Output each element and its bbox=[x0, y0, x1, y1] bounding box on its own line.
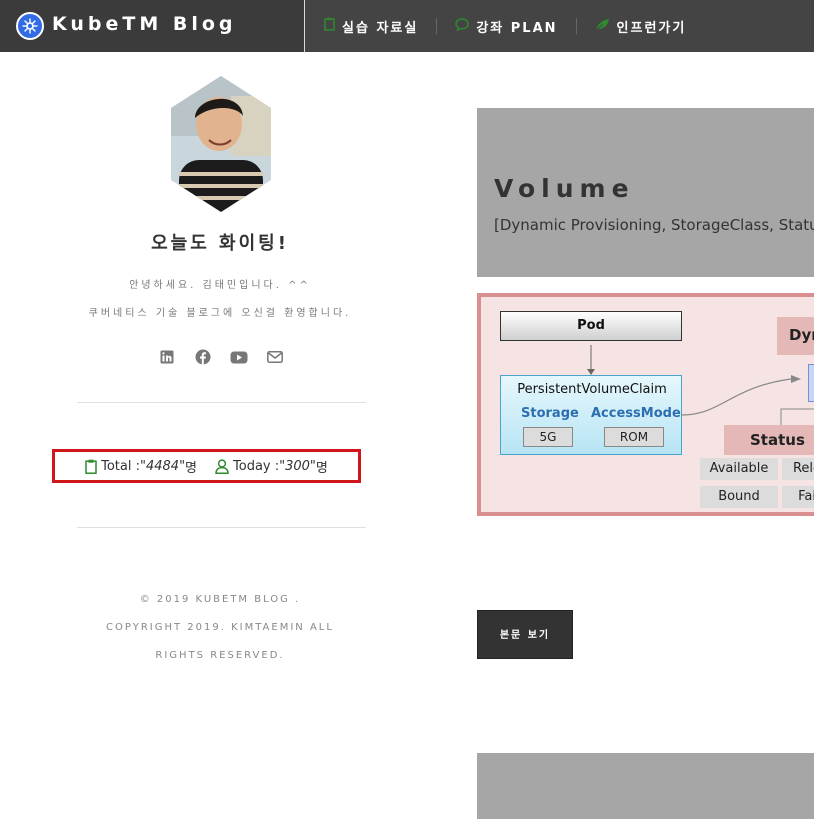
next-post-header[interactable] bbox=[477, 753, 814, 819]
nav-item-inflearn[interactable]: 인프런가기 bbox=[577, 17, 705, 36]
status-available: Available bbox=[700, 458, 778, 480]
diagram-status-box: Status bbox=[724, 425, 814, 455]
total-visitors: Total : "4484" 명 bbox=[85, 457, 197, 476]
access-mode-value: ROM bbox=[604, 427, 664, 447]
intro-text-line2: 쿠버네티스 기술 블로그에 오신걸 환영합니다. bbox=[88, 308, 352, 319]
nav-item-plan[interactable]: 강좌 PLAN bbox=[437, 17, 575, 36]
status-bound: Bound bbox=[700, 486, 778, 508]
youtube-icon[interactable] bbox=[230, 348, 248, 366]
intro-text-line1: 안녕하세요. 김태민입니다. ^^ bbox=[129, 280, 311, 291]
diagram-dynamic-box: Dyn bbox=[777, 317, 814, 355]
footer-line1: © 2019 KUBETM BLOG . bbox=[139, 594, 301, 605]
total-label: Total : bbox=[101, 458, 140, 474]
today-visitors: Today : "300" 명 bbox=[215, 457, 328, 476]
access-mode-label: AccessMode bbox=[591, 406, 681, 421]
brand-title[interactable]: KubeTM Blog bbox=[52, 13, 237, 35]
brand[interactable]: KubeTM Blog bbox=[0, 0, 305, 52]
post-subtitle: [Dynamic Provisioning, StorageClass, Sta… bbox=[494, 216, 814, 234]
clipboard-icon bbox=[324, 17, 335, 35]
nav-label-inflearn: 인프런가기 bbox=[616, 20, 687, 36]
storage-value: 5G bbox=[523, 427, 573, 447]
sidebar-divider bbox=[77, 402, 366, 403]
status-released: Rele bbox=[782, 458, 814, 480]
visitor-counter: Total : "4484" 명 Today : "300" 명 bbox=[52, 449, 361, 483]
storage-label: Storage bbox=[521, 406, 579, 421]
read-more-button[interactable]: 본문 보기 bbox=[477, 610, 573, 659]
nav-label-resources: 실습 자료실 bbox=[342, 20, 419, 36]
leaf-icon bbox=[595, 18, 610, 35]
nav-label-plan: 강좌 PLAN bbox=[476, 20, 558, 36]
diagram-pod-box: Pod bbox=[500, 311, 682, 341]
facebook-icon[interactable] bbox=[194, 348, 212, 366]
user-icon bbox=[215, 458, 229, 474]
nav-item-resources[interactable]: 실습 자료실 bbox=[306, 17, 436, 36]
clipboard-icon bbox=[85, 459, 97, 474]
today-value: "300" bbox=[279, 458, 316, 474]
total-unit: 명 bbox=[185, 460, 198, 476]
total-value: "4484" bbox=[140, 458, 186, 474]
chat-icon bbox=[455, 17, 470, 35]
kubernetes-logo-icon bbox=[16, 12, 44, 40]
social-links bbox=[158, 348, 284, 366]
status-failed: Fai bbox=[782, 486, 814, 508]
post-header[interactable]: Volume [Dynamic Provisioning, StorageCla… bbox=[477, 108, 814, 277]
avatar bbox=[171, 76, 271, 212]
diagram-pvc-box: PersistentVolumeClaim Storage AccessMode… bbox=[500, 375, 682, 455]
today-unit: 명 bbox=[315, 460, 328, 476]
post-thumbnail-diagram[interactable]: Pod PersistentVolumeClaim Storage Access… bbox=[477, 293, 814, 516]
greeting-title: 오늘도 화이팅! bbox=[151, 233, 289, 254]
top-navigation-bar: KubeTM Blog 실습 자료실 강좌 PLAN 인프런가기 bbox=[0, 0, 814, 52]
main-nav: 실습 자료실 강좌 PLAN 인프런가기 bbox=[306, 0, 704, 52]
pvc-title: PersistentVolumeClaim bbox=[517, 382, 667, 397]
footer-line3: RIGHTS RESERVED. bbox=[155, 650, 285, 661]
mail-icon[interactable] bbox=[266, 348, 284, 366]
today-label: Today : bbox=[233, 458, 280, 474]
footer-line2: COPYRIGHT 2019. KIMTAEMIN ALL bbox=[106, 622, 334, 633]
post-title[interactable]: Volume bbox=[494, 174, 635, 203]
sidebar: 오늘도 화이팅! 안녕하세요. 김태민입니다. ^^ 쿠버네티스 기술 블로그에… bbox=[0, 52, 440, 819]
diagram-pv-box bbox=[808, 364, 814, 402]
linkedin-icon[interactable] bbox=[158, 348, 176, 366]
sidebar-divider bbox=[77, 527, 366, 528]
